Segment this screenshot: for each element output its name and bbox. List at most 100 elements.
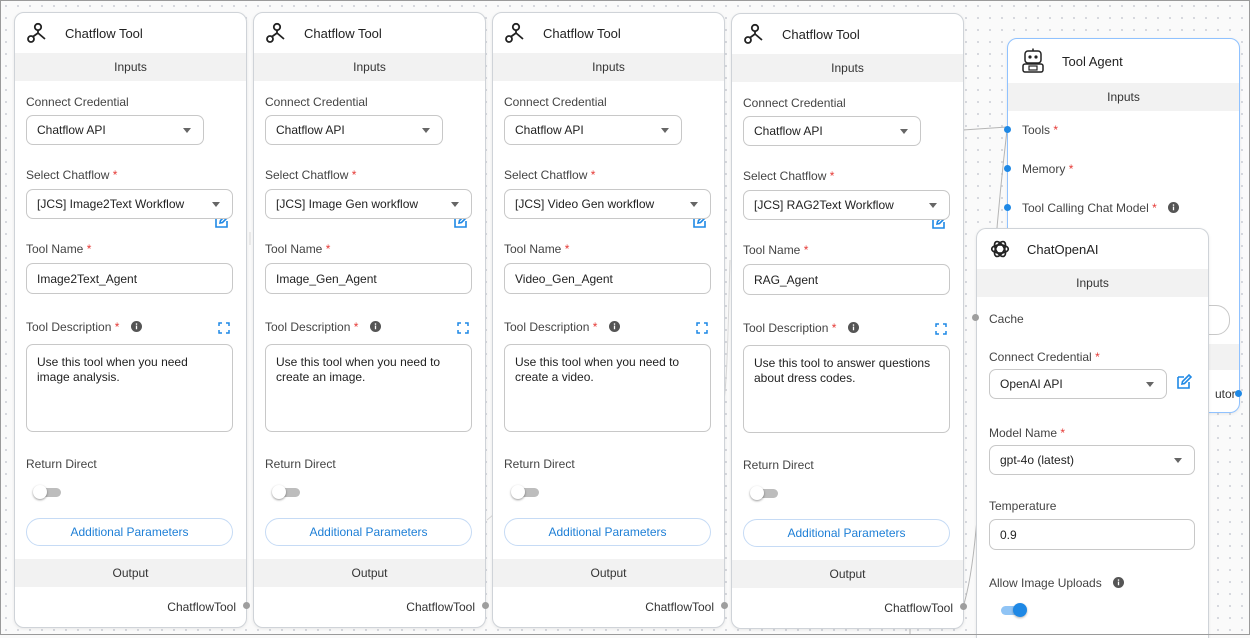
chatflow-tool-output-handle[interactable] [721,602,728,609]
chatflow-select[interactable]: [JCS] Video Gen workflow [504,189,711,219]
return-direct-label: Return Direct [26,457,97,471]
return-direct-label: Return Direct [504,457,575,471]
tool-name-label: Tool Name * [504,242,570,256]
tool-description-label: Tool Description * [265,320,381,334]
info-icon[interactable] [1113,577,1125,588]
chatflow-select[interactable]: [JCS] Image Gen workflow [265,189,472,219]
model-name-label: Model Name * [989,426,1066,440]
inputs-section-header: Inputs [977,269,1208,297]
node-title: Chatflow Tool [304,25,382,41]
inputs-section-header: Inputs [493,53,724,81]
tool-name-input[interactable]: Image2Text_Agent [26,263,233,294]
credential-value: Chatflow API [515,123,584,137]
tool-name-input[interactable]: Video_Gen_Agent [504,263,711,294]
chat-openai-header: ChatOpenAI [977,229,1208,269]
chevron-down-icon [661,128,669,133]
expand-icon[interactable] [457,322,469,334]
tool-name-input[interactable]: RAG_Agent [743,264,950,295]
tool-description-textarea[interactable]: Use this tool when you need to create an… [265,344,472,432]
chatflow-tool-header: Chatflow Tool [15,13,246,53]
chatflow-tool-node[interactable]: Chatflow Tool Inputs Connect Credential … [731,13,964,629]
tool-description-label: Tool Description * [743,321,859,335]
credential-select[interactable]: Chatflow API [26,115,204,145]
chat-model-input-label: Tool Calling Chat Model * [1022,201,1180,215]
chatflow-tool-header: Chatflow Tool [493,13,724,53]
chatflow-tool-output-handle[interactable] [482,602,489,609]
chatflow-tool-output-handle[interactable] [243,602,250,609]
chat-openai-node[interactable]: ChatOpenAI Inputs Cache Connect Credenti… [976,228,1209,638]
chevron-down-icon [451,202,459,207]
temperature-input[interactable]: 0.9 [989,519,1195,550]
model-name-select[interactable]: gpt-4o (latest) [989,445,1195,475]
credential-select[interactable]: Chatflow API [504,115,682,145]
connect-credential-label: Connect Credential [26,95,129,109]
chatflow-tool-header: Chatflow Tool [254,13,485,53]
info-icon[interactable] [608,321,620,332]
expand-icon[interactable] [696,322,708,334]
allow-image-uploads-label: Allow Image Uploads [989,576,1125,590]
chevron-down-icon [1146,382,1154,387]
tool-description-value: Use this tool when you need to create a … [515,355,680,384]
model-name-value: gpt-4o (latest) [1000,453,1075,467]
expand-icon[interactable] [935,323,947,335]
tool-name-label: Tool Name * [26,242,92,256]
additional-parameters-button[interactable]: Additional Parameters [743,519,950,547]
credential-select[interactable]: Chatflow API [743,116,921,146]
chatflow-tool-node[interactable]: Chatflow Tool Inputs Connect Credential … [14,12,247,628]
chevron-down-icon [900,129,908,134]
info-icon[interactable] [369,321,381,332]
info-icon[interactable] [847,322,859,333]
credential-select[interactable]: Chatflow API [265,115,443,145]
output-section-header: Output [254,559,485,587]
chatflow-value: [JCS] Video Gen workflow [515,197,655,211]
tool-description-value: Use this tool when you need to create an… [276,355,441,384]
return-direct-toggle[interactable] [511,485,541,499]
chatflow-tool-node[interactable]: Chatflow Tool Inputs Connect Credential … [492,12,725,628]
info-icon[interactable] [130,321,142,332]
memory-input-handle[interactable] [1004,165,1011,172]
chatflow-value: [JCS] Image2Text Workflow [37,197,185,211]
return-direct-toggle[interactable] [33,485,63,499]
tool-name-value: RAG_Agent [754,272,819,287]
chat-model-input-handle[interactable] [1004,204,1011,211]
node-title: Chatflow Tool [65,25,143,41]
temperature-value: 0.9 [1000,527,1017,542]
node-title: Chatflow Tool [543,25,621,41]
tool-description-textarea[interactable]: Use this tool when you need to create a … [504,344,711,432]
credential-select[interactable]: OpenAI API [989,369,1167,399]
select-chatflow-label: Select Chatflow * [265,168,357,182]
tool-description-textarea[interactable]: Use this tool to answer questions about … [743,345,950,433]
additional-parameters-button[interactable]: Additional Parameters [26,518,233,546]
node-title: Chatflow Tool [782,26,860,42]
tool-description-textarea[interactable]: Use this tool when you need image analys… [26,344,233,432]
chatflow-icon [744,23,763,44]
inputs-section-header: Inputs [254,53,485,81]
edit-credential-icon[interactable] [1175,373,1193,391]
additional-parameters-button[interactable]: Additional Parameters [504,518,711,546]
tools-input-handle[interactable] [1004,126,1011,133]
info-icon[interactable] [1168,202,1180,213]
expand-icon[interactable] [218,322,230,334]
select-chatflow-label: Select Chatflow * [26,168,118,182]
return-direct-label: Return Direct [743,458,814,472]
chatflow-tool-output-handle[interactable] [960,603,967,610]
chatflow-icon [505,22,524,43]
chatflow-tool-node[interactable]: Chatflow Tool Inputs Connect Credential … [253,12,486,628]
robot-icon [1022,48,1044,73]
chatflow-select[interactable]: [JCS] Image2Text Workflow [26,189,233,219]
chatflow-select[interactable]: [JCS] RAG2Text Workflow [743,190,950,220]
chevron-down-icon [183,128,191,133]
memory-input-label: Memory * [1022,162,1074,176]
return-direct-toggle[interactable] [750,486,780,500]
output-label: ChatflowTool [406,600,475,614]
return-direct-label: Return Direct [265,457,336,471]
connect-credential-label: Connect Credential [743,96,846,110]
tools-input-label: Tools * [1022,123,1059,137]
allow-image-uploads-toggle[interactable] [997,603,1027,617]
tool-name-input[interactable]: Image_Gen_Agent [265,263,472,294]
additional-parameters-button[interactable]: Additional Parameters [265,518,472,546]
return-direct-toggle[interactable] [272,485,302,499]
tool-name-label: Tool Name * [265,242,331,256]
agent-output-handle[interactable] [1235,390,1242,397]
cache-input-handle[interactable] [972,314,979,321]
